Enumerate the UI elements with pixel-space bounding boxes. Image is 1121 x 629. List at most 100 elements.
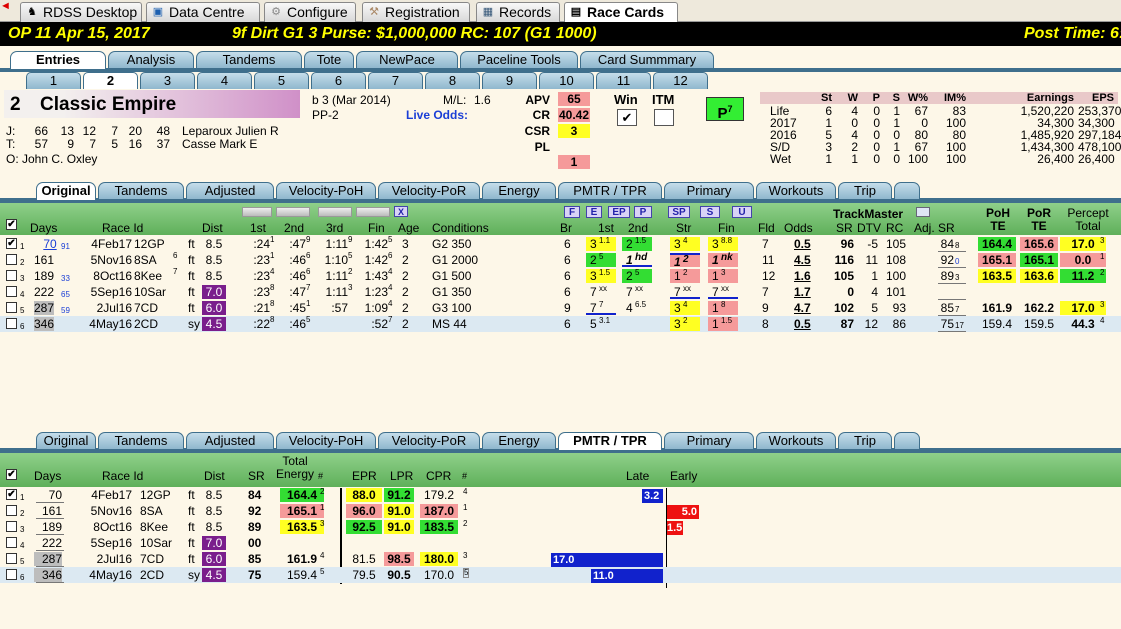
win-checkbox[interactable]: ✔: [617, 109, 637, 126]
tab-card-summary[interactable]: Card Summmary: [580, 51, 714, 68]
sub-tab-velocity-poh[interactable]: Velocity-PoH: [276, 182, 376, 199]
race-date: 5Nov16: [90, 504, 132, 518]
tab-configure[interactable]: ⚙ Configure: [264, 2, 356, 22]
entry-tab-1[interactable]: 1: [26, 72, 81, 89]
entry-tab-2[interactable]: 2: [83, 72, 138, 89]
fraction-filter-button[interactable]: [318, 207, 352, 217]
header-str: Str: [676, 221, 692, 235]
sub-tab-energy[interactable]: Energy: [482, 432, 556, 449]
row-checkbox[interactable]: [6, 505, 17, 516]
tab-tote[interactable]: Tote: [304, 51, 354, 68]
tab-data-centre[interactable]: ▣ Data Centre: [146, 2, 260, 22]
row-checkbox[interactable]: [6, 569, 17, 580]
career-cell: 100: [945, 152, 966, 166]
trainer-stat: 5: [111, 137, 118, 151]
tab-race-cards[interactable]: ▤ Race Cards: [564, 2, 678, 23]
race-class: 108: [885, 253, 906, 267]
sub-tab-trip[interactable]: Trip: [838, 182, 892, 199]
row-checkbox[interactable]: [6, 270, 17, 281]
entry-tab-11[interactable]: 11: [596, 72, 651, 89]
p-badge[interactable]: P7: [706, 97, 744, 122]
row-checkbox[interactable]: [6, 318, 17, 329]
sub-tab-pmtr-tpr[interactable]: PMTR / TPR: [558, 432, 662, 450]
pace-button-p[interactable]: P: [634, 206, 652, 218]
row-checkbox[interactable]: [6, 286, 17, 297]
sub-tab-tandems[interactable]: Tandems: [98, 432, 184, 449]
sub-tab-energy[interactable]: Energy: [482, 182, 556, 199]
fraction-filter-button[interactable]: [276, 207, 310, 217]
sub-tab-adjusted[interactable]: Adjusted: [186, 432, 274, 449]
row-checkbox[interactable]: [6, 254, 17, 265]
select-all-checkbox-2[interactable]: ✔: [6, 469, 17, 480]
entry-tab-3[interactable]: 3: [140, 72, 195, 89]
epr: 79.5: [352, 568, 376, 582]
row-checkbox[interactable]: [6, 537, 17, 548]
row-checkbox[interactable]: [6, 553, 17, 564]
position: 1: [712, 253, 719, 267]
sub-tab-primary[interactable]: Primary: [664, 182, 754, 199]
tab-analysis[interactable]: Analysis: [108, 51, 194, 68]
entry-tab-6[interactable]: 6: [311, 72, 366, 89]
speed-button-u[interactable]: U: [732, 206, 752, 218]
tab-rdss-desktop[interactable]: ♞ RDSS Desktop: [20, 2, 142, 22]
fraction-filter-button[interactable]: [242, 207, 272, 217]
itm-checkbox[interactable]: [654, 109, 674, 126]
sub-tab-velocity-por[interactable]: Velocity-PoR: [378, 182, 480, 199]
running-position-cell: 25: [622, 268, 652, 283]
sub-tab-velocity-poh[interactable]: Velocity-PoH: [276, 432, 376, 449]
row-checkbox[interactable]: ✔: [6, 489, 17, 500]
sub-tab-pmtr-tpr[interactable]: PMTR / TPR: [558, 182, 662, 199]
trainer-name[interactable]: Casse Mark E: [182, 137, 257, 151]
select-all-checkbox[interactable]: ✔: [6, 219, 17, 230]
fraction-filter-button[interactable]: [356, 207, 390, 217]
sub-tab-workouts[interactable]: Workouts: [756, 182, 836, 199]
entry-tab-4[interactable]: 4: [197, 72, 252, 89]
speed-button-s[interactable]: S: [700, 206, 720, 218]
tab-paceline-tools[interactable]: Paceline Tools: [460, 51, 578, 68]
sub-tab-trip[interactable]: Trip: [838, 432, 892, 449]
sub-tab-spacer[interactable]: [894, 432, 920, 449]
sub-tab-original[interactable]: Original: [36, 432, 96, 449]
distance: 8.5: [205, 504, 223, 518]
speed-button-sp[interactable]: SP: [668, 206, 690, 218]
position: 7: [712, 285, 719, 299]
sub-tab-spacer[interactable]: [894, 182, 920, 199]
x-filter-button[interactable]: X: [394, 206, 408, 217]
row-checkbox[interactable]: [6, 521, 17, 532]
entry-tab-7[interactable]: 7: [368, 72, 423, 89]
trackmaster-toggle[interactable]: [916, 207, 930, 217]
row-checkbox[interactable]: [6, 302, 17, 313]
entry-tab-12[interactable]: 12: [653, 72, 708, 89]
jockey-stat: 12: [82, 124, 96, 138]
entry-tab-8[interactable]: 8: [425, 72, 480, 89]
running-position-cell: 4 6.5: [622, 300, 652, 315]
jockey-name[interactable]: Leparoux Julien R: [182, 124, 279, 138]
days: 287: [34, 301, 55, 315]
sub-tab-adjusted[interactable]: Adjusted: [186, 182, 274, 199]
entry-tab-10[interactable]: 10: [539, 72, 594, 89]
sub-tab-velocity-por[interactable]: Velocity-PoR: [378, 432, 480, 449]
tab-registration[interactable]: ⚒ Registration: [362, 2, 470, 22]
tab-newpace[interactable]: NewPace: [356, 51, 458, 68]
back-arrow-icon[interactable]: ◄: [0, 1, 14, 12]
barrier: 6: [564, 269, 571, 283]
tab-records[interactable]: ▦ Records: [476, 2, 560, 22]
speed-rating: 84: [248, 488, 262, 502]
frac2-sup: 6: [306, 267, 311, 276]
entry-tab-9[interactable]: 9: [482, 72, 537, 89]
sub-tab-primary[interactable]: Primary: [664, 432, 754, 449]
running-position-cell: 77: [586, 300, 616, 315]
tab-tandems[interactable]: Tandems: [196, 51, 302, 68]
position: 1: [674, 255, 681, 269]
pace-button-e[interactable]: E: [586, 206, 602, 218]
pace-button-ep[interactable]: EP: [608, 206, 630, 218]
days: 222: [34, 285, 55, 299]
entry-tab-5[interactable]: 5: [254, 72, 309, 89]
row-checkbox[interactable]: ✔: [6, 238, 17, 249]
pace-button-f[interactable]: F: [564, 206, 580, 218]
sub-tab-tandems[interactable]: Tandems: [98, 182, 184, 199]
sub-tab-workouts[interactable]: Workouts: [756, 432, 836, 449]
tab-entries[interactable]: Entries: [10, 51, 106, 69]
sub-tab-original[interactable]: Original: [36, 182, 96, 200]
adj-sr: 92: [940, 253, 954, 267]
